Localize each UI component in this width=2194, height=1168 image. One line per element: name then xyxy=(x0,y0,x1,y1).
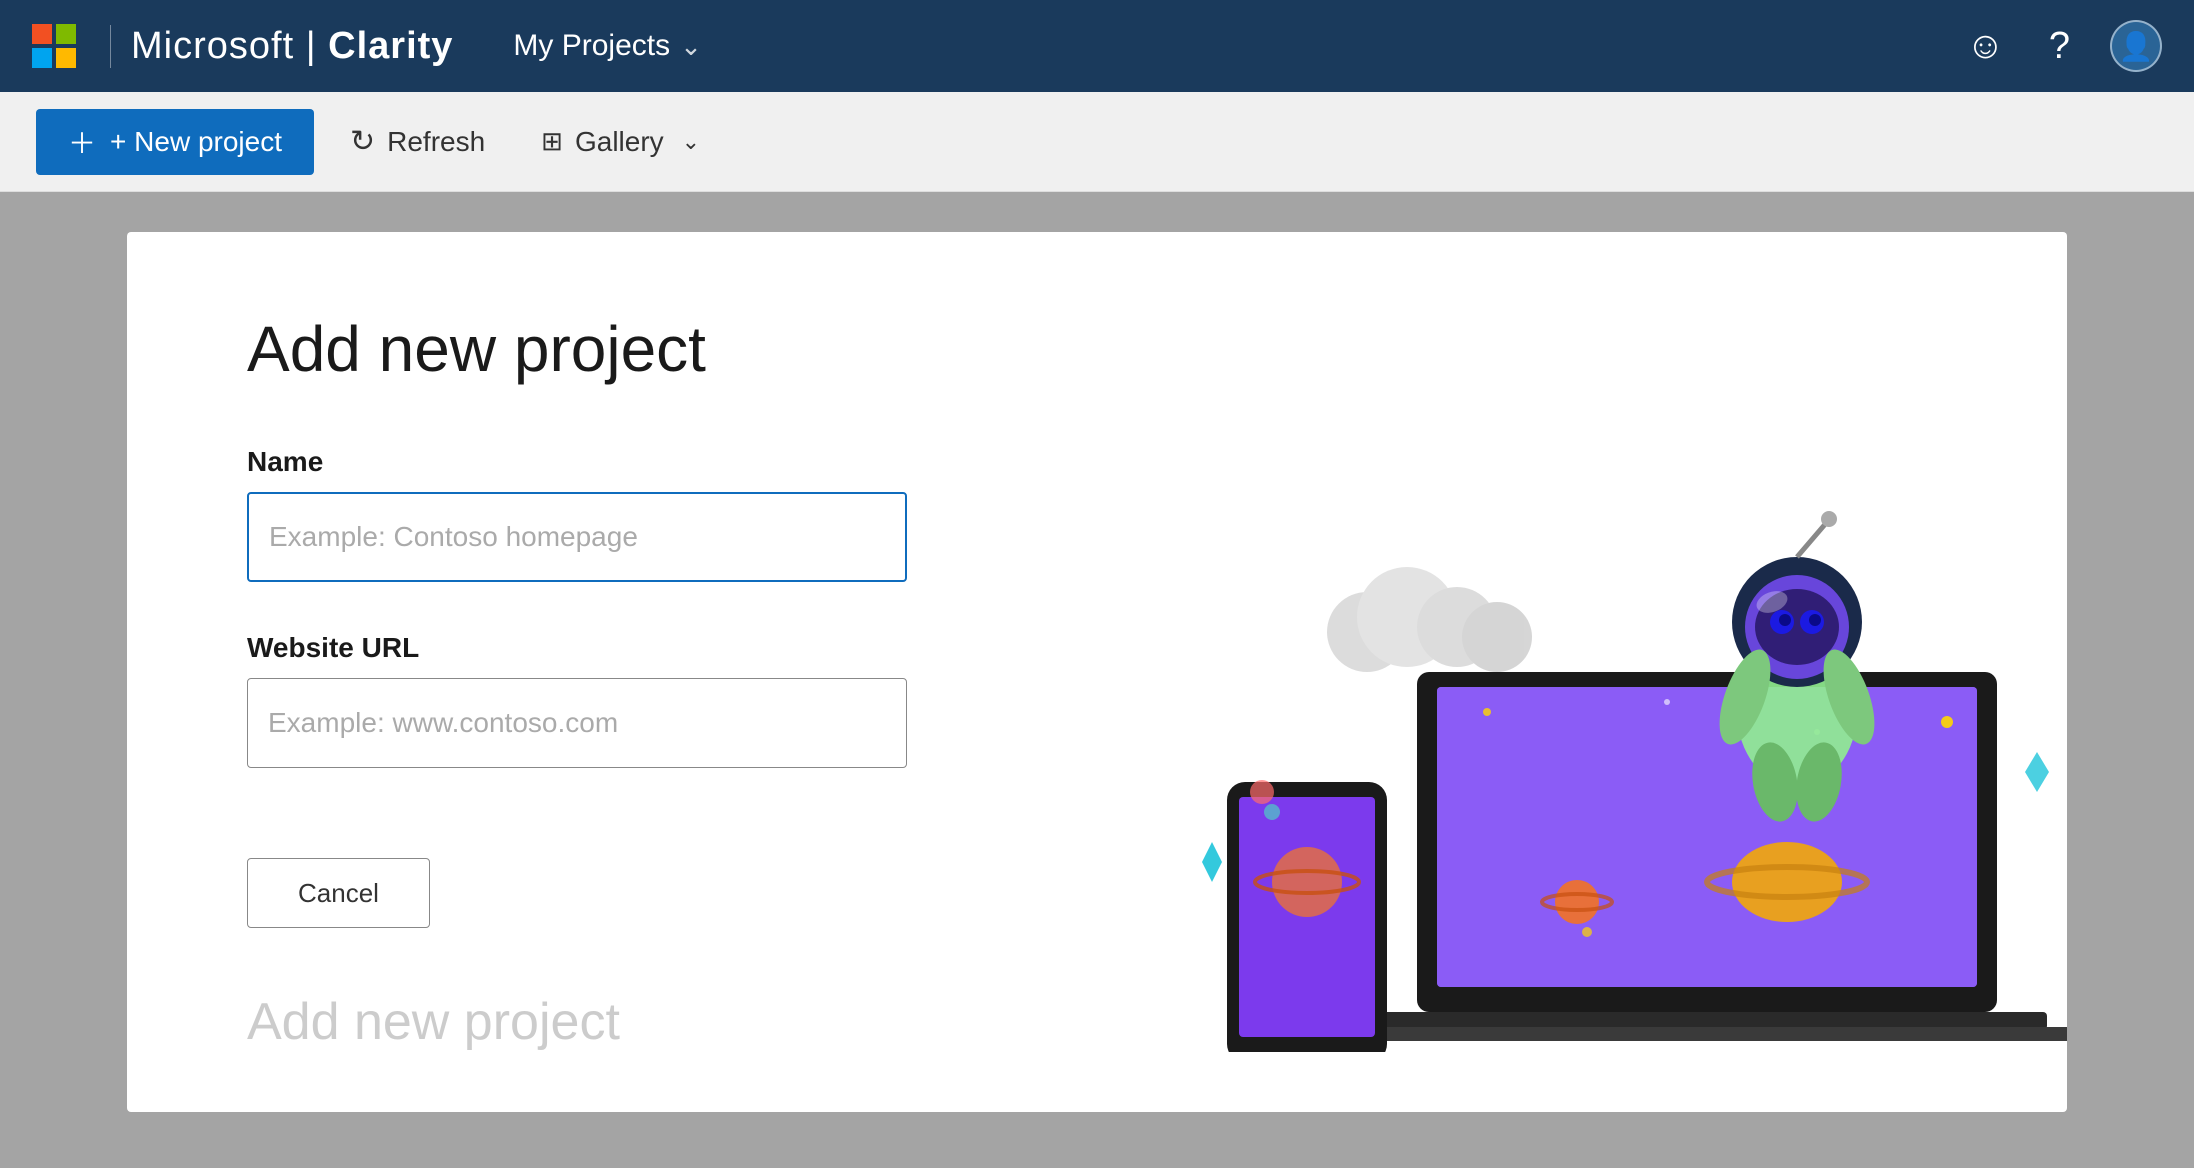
url-input[interactable] xyxy=(247,678,907,768)
cancel-label: Cancel xyxy=(298,878,379,908)
name-label: Name xyxy=(247,446,947,478)
new-project-label: + New project xyxy=(110,126,282,158)
new-project-button[interactable]: ＋ + New project xyxy=(36,109,314,175)
dialog-overlay: Add new project Name Website URL Cancel xyxy=(0,192,2194,1168)
top-navbar: Microsoft | Clarity My Projects ⌄ ☺ ? 👤 xyxy=(0,0,2194,92)
brand-separator: | xyxy=(306,25,328,67)
ms-sq-blue xyxy=(32,48,52,68)
gallery-button[interactable]: ⊞ Gallery ⌄ xyxy=(521,116,720,168)
help-button[interactable]: ? xyxy=(2045,23,2074,69)
dialog-form: Name Website URL Cancel xyxy=(247,446,947,992)
dialog-body: Name Website URL Cancel xyxy=(247,446,1967,992)
projects-label: My Projects xyxy=(513,29,670,63)
ms-sq-green xyxy=(56,24,76,44)
gallery-label: Gallery xyxy=(575,126,664,158)
avatar-icon: 👤 xyxy=(2119,30,2154,63)
ms-squares-icon xyxy=(32,24,76,68)
dialog-illustration xyxy=(987,446,1967,992)
dialog-title: Add new project xyxy=(247,312,1967,386)
ms-sq-red xyxy=(32,24,52,44)
brand-text: Microsoft | Clarity xyxy=(110,25,453,68)
name-field-group: Name xyxy=(247,446,947,582)
gallery-icon: ⊞ xyxy=(541,126,563,157)
product-name: Clarity xyxy=(328,25,453,67)
microsoft-text: Microsoft xyxy=(131,25,294,67)
smile-icon: ☺ xyxy=(1966,25,2005,67)
smile-button[interactable]: ☺ xyxy=(1962,23,2009,69)
projects-menu[interactable]: My Projects ⌄ xyxy=(513,29,702,63)
add-project-dialog: Add new project Name Website URL Cancel xyxy=(127,232,2067,1112)
help-icon: ? xyxy=(2049,25,2070,67)
url-field-group: Website URL xyxy=(247,632,947,768)
avatar[interactable]: 👤 xyxy=(2110,20,2162,72)
ms-sq-yellow xyxy=(56,48,76,68)
projects-chevron-icon: ⌄ xyxy=(680,31,702,62)
nav-right: ☺ ? 👤 xyxy=(1962,20,2162,72)
microsoft-logo: Microsoft | Clarity xyxy=(32,24,453,68)
nav-left: Microsoft | Clarity My Projects ⌄ xyxy=(32,24,702,68)
refresh-label: Refresh xyxy=(387,126,485,158)
gallery-chevron-icon: ⌄ xyxy=(682,129,700,155)
name-input[interactable] xyxy=(247,492,907,582)
toolbar: ＋ + New project ↻ Refresh ⊞ Gallery ⌄ xyxy=(0,92,2194,192)
refresh-button[interactable]: ↻ Refresh xyxy=(330,114,505,169)
cancel-button[interactable]: Cancel xyxy=(247,858,430,928)
dialog-actions: Cancel xyxy=(247,858,947,928)
illustration-svg xyxy=(1167,452,2067,1052)
refresh-icon: ↻ xyxy=(350,124,375,159)
url-label: Website URL xyxy=(247,632,947,664)
main-content: Add new project Name Website URL Cancel xyxy=(0,192,2194,1168)
new-project-plus-icon: ＋ xyxy=(68,122,96,162)
